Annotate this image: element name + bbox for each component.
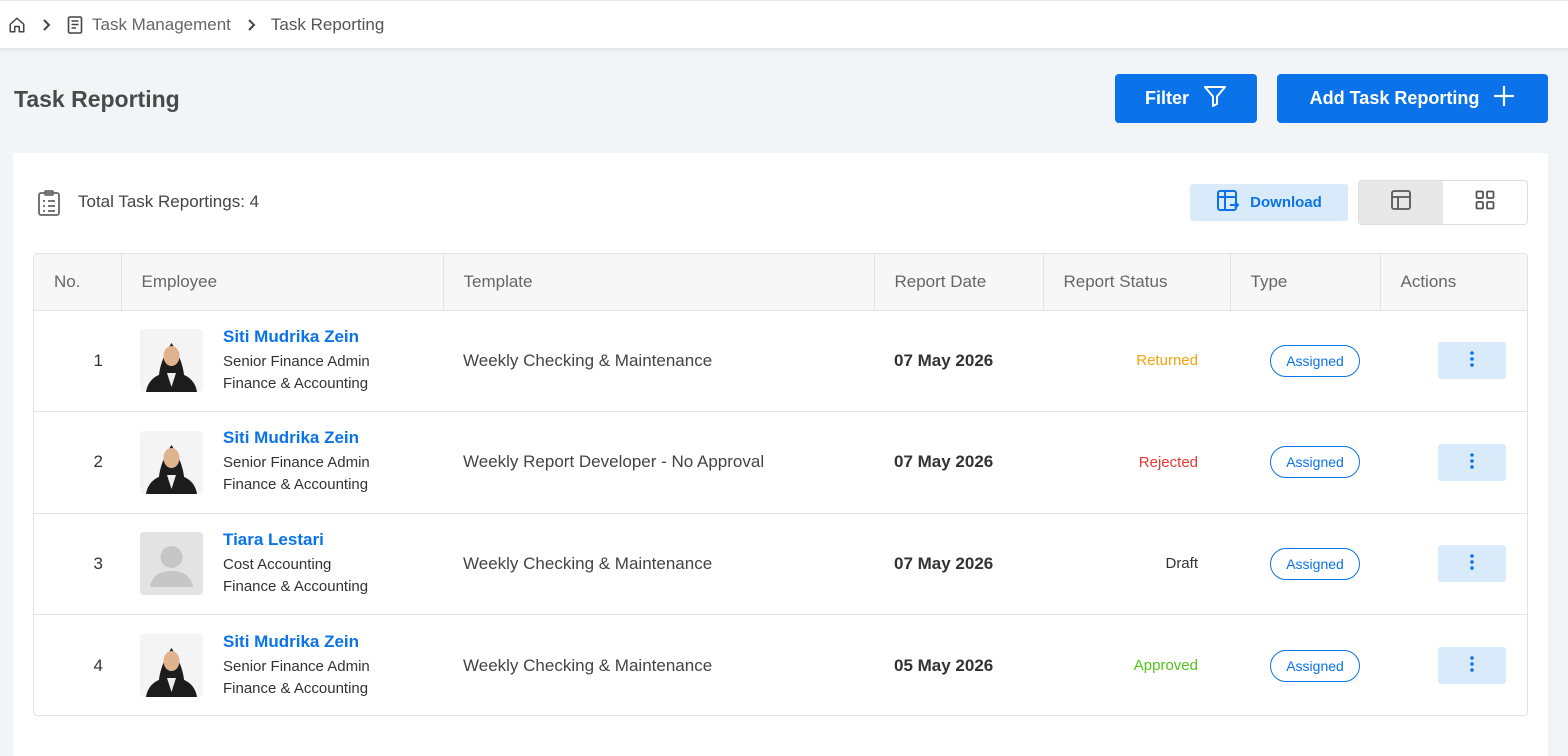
avatar	[140, 430, 203, 494]
employee-position: Senior Finance Admin	[223, 657, 370, 675]
actions-cell	[1380, 615, 1527, 716]
column-header-template: Template	[443, 254, 875, 311]
clipboard-icon	[37, 190, 61, 216]
total-count-label: Total Task Reportings: 4	[78, 192, 260, 211]
column-header-report-status: Report Status	[1043, 254, 1231, 311]
table-header-row: No. Employee Template Report Date Report…	[34, 254, 1527, 311]
type-cell: Assigned	[1230, 513, 1380, 615]
column-header-actions: Actions	[1380, 254, 1527, 311]
row-number: 4	[93, 655, 103, 675]
breadcrumb: Task Management Task Reporting	[0, 0, 1568, 48]
report-date-cell: 05 May 2026	[894, 655, 994, 675]
employee-name-link[interactable]: Siti Mudrika Zein	[223, 428, 370, 448]
breadcrumb-item-task-management[interactable]: Task Management	[92, 15, 231, 35]
avatar	[140, 329, 203, 393]
filter-button-label: Filter	[1144, 88, 1189, 108]
filter-icon	[1203, 84, 1227, 113]
table-view-icon	[1391, 190, 1411, 215]
view-toggle	[1358, 180, 1528, 225]
actions-cell	[1380, 310, 1527, 412]
table-export-icon	[1216, 189, 1240, 217]
actions-cell	[1380, 513, 1527, 615]
download-label: Download	[1250, 194, 1322, 211]
row-number: 2	[34, 411, 121, 514]
chevron-right-icon	[247, 18, 257, 31]
employee-name-link[interactable]: Siti Mudrika Zein	[223, 632, 370, 652]
employee-department: Finance & Accounting	[223, 679, 369, 697]
employee-position: Senior Finance Admin	[223, 352, 370, 370]
row-number: 3	[34, 513, 121, 615]
row-actions-button[interactable]	[1438, 443, 1506, 481]
employee-cell: Siti Mudrika Zein Senior Finance Admin F…	[121, 310, 443, 412]
column-header-employee: Employee	[121, 254, 444, 311]
task-reporting-table: No. Employee Template Report Date Report…	[33, 253, 1528, 716]
more-vertical-icon	[1470, 452, 1474, 472]
report-date-cell: 07 May 2026	[874, 513, 1043, 615]
row-number: 1	[34, 310, 121, 412]
plus-icon	[1493, 85, 1515, 112]
avatar-placeholder	[140, 532, 203, 596]
employee-department: Finance & Accounting	[223, 577, 369, 595]
table-view-button[interactable]	[1359, 181, 1443, 224]
table-row: 1 Siti Mudrika Zein Senior Finance Admin…	[34, 310, 1527, 412]
row-actions-button[interactable]	[1438, 342, 1506, 380]
template-cell: Weekly Report Developer - No Approval	[443, 411, 874, 514]
report-date-cell: 07 May 2026	[874, 310, 1043, 412]
employee-name-link[interactable]: Tiara Lestari	[223, 530, 368, 550]
template-cell: Weekly Checking & Maintenance	[463, 655, 713, 675]
employee-cell: Siti Mudrika Zein Senior Finance Admin F…	[121, 411, 443, 514]
add-task-reporting-button[interactable]: Add Task Reporting	[1277, 74, 1548, 123]
table-row: 3 Tiara Lestari Cost Accounting Finance …	[34, 513, 1527, 615]
more-vertical-icon	[1470, 554, 1474, 573]
report-status-approved: Approved	[1133, 657, 1198, 674]
employee-department: Finance & Accounting	[223, 374, 369, 392]
type-badge: Assigned	[1270, 649, 1360, 682]
more-vertical-icon	[1470, 351, 1474, 370]
actions-cell	[1380, 411, 1527, 514]
column-header-report-date: Report Date	[874, 254, 1044, 311]
grid-view-button[interactable]	[1443, 181, 1527, 224]
type-cell: Assigned	[1230, 615, 1380, 716]
task-reporting-card: Total Task Reportings: 4 Download No. Em…	[13, 153, 1548, 756]
grid-view-icon	[1475, 190, 1495, 215]
column-header-type: Type	[1230, 254, 1381, 311]
document-icon	[66, 15, 84, 34]
type-badge: Assigned	[1270, 446, 1360, 479]
page-title: Task Reporting	[14, 86, 180, 112]
report-status-draft: Draft	[1043, 513, 1230, 615]
table-row: 2 Siti Mudrika Zein Senior Finance Admin…	[34, 411, 1527, 514]
employee-cell: Siti Mudrika Zein Senior Finance Admin F…	[121, 615, 443, 716]
type-badge: Assigned	[1270, 547, 1360, 580]
add-task-reporting-label: Add Task Reporting	[1309, 88, 1480, 108]
template-cell: Weekly Checking & Maintenance	[443, 310, 874, 412]
type-badge: Assigned	[1270, 344, 1360, 377]
employee-position: Senior Finance Admin	[223, 454, 370, 472]
type-cell: Assigned	[1230, 310, 1380, 412]
row-actions-button[interactable]	[1438, 647, 1506, 684]
avatar	[140, 634, 203, 697]
filter-button[interactable]: Filter	[1115, 74, 1257, 123]
employee-name-link[interactable]: Siti Mudrika Zein	[223, 327, 370, 347]
home-icon[interactable]	[8, 16, 26, 34]
report-status-rejected: Rejected	[1043, 411, 1230, 514]
table-row: 4 Siti Mudrika Zein Senior Finance Admin…	[34, 615, 1527, 716]
breadcrumb-item-task-reporting: Task Reporting	[270, 14, 385, 34]
employee-department: Finance & Accounting	[223, 476, 369, 494]
report-date-cell: 07 May 2026	[874, 411, 1043, 514]
more-vertical-icon	[1470, 656, 1474, 675]
report-status-returned: Returned	[1043, 310, 1230, 412]
employee-cell: Tiara Lestari Cost Accounting Finance & …	[121, 513, 443, 615]
row-actions-button[interactable]	[1438, 545, 1506, 583]
template-cell: Weekly Checking & Maintenance	[443, 513, 874, 615]
column-header-no: No.	[34, 254, 122, 311]
chevron-right-icon	[42, 18, 52, 31]
download-button[interactable]: Download	[1190, 184, 1348, 221]
employee-position: Cost Accounting	[223, 555, 332, 573]
type-cell: Assigned	[1230, 411, 1380, 514]
